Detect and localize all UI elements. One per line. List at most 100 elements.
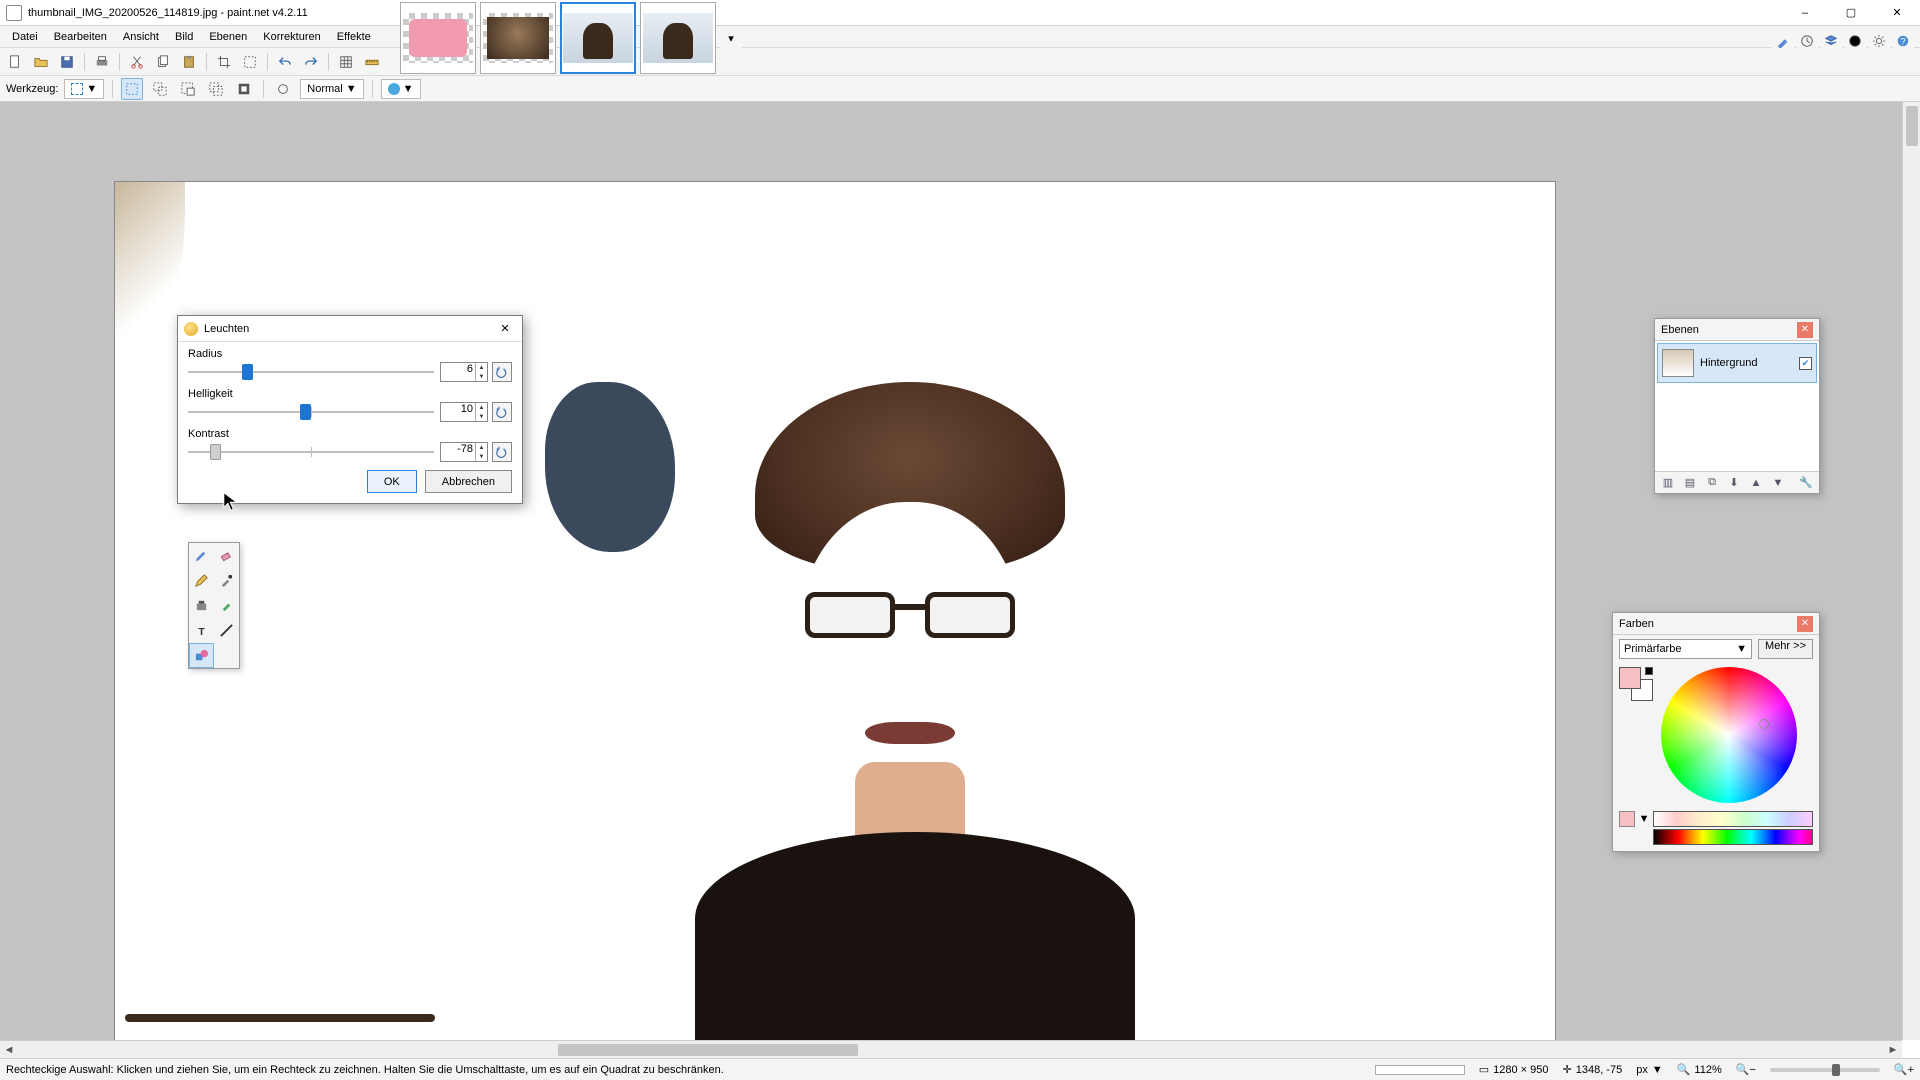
ruler-icon[interactable] [361,51,383,73]
cancel-button[interactable]: Abbrechen [425,470,512,493]
tools-palette[interactable]: T [188,542,240,669]
settings-icon[interactable] [1868,30,1890,52]
selmode-invert-icon[interactable] [233,78,255,100]
primary-color-swatch[interactable] [1619,667,1641,689]
save-file-icon[interactable] [56,51,78,73]
move-down-icon[interactable]: ▼ [1769,474,1787,492]
radius-input[interactable]: 6▲▼ [440,362,488,382]
tool-selector[interactable]: ▼ [64,79,104,99]
print-icon[interactable] [91,51,113,73]
doc-thumb-1[interactable] [400,2,476,74]
dialog-title-bar[interactable]: Leuchten ✕ [178,316,522,342]
colors-more-button[interactable]: Mehr >> [1758,639,1813,659]
move-up-icon[interactable]: ▲ [1747,474,1765,492]
horizontal-scrollbar-thumb[interactable] [558,1044,858,1056]
undo-icon[interactable] [274,51,296,73]
maximize-button[interactable]: ▢ [1828,0,1874,26]
layers-header[interactable]: Ebenen ✕ [1655,319,1819,341]
redo-icon[interactable] [300,51,322,73]
new-file-icon[interactable] [4,51,26,73]
copy-icon[interactable] [152,51,174,73]
radius-reset-button[interactable] [492,362,512,382]
tool-text-icon[interactable]: T [189,618,214,643]
canvas[interactable] [115,182,1555,1040]
crop-icon[interactable] [213,51,235,73]
layers-close-button[interactable]: ✕ [1797,322,1813,338]
layers-list[interactable]: Hintergrund ✔ [1655,341,1819,471]
layer-properties-icon[interactable]: 🔧 [1797,474,1815,492]
vertical-scrollbar-thumb[interactable] [1906,106,1918,146]
flood-mode-icon[interactable] [272,78,294,100]
paste-icon[interactable] [178,51,200,73]
palette-row-1[interactable] [1653,811,1813,827]
selmode-intersect-icon[interactable] [205,78,227,100]
color-target-selector[interactable]: Primärfarbe▼ [1619,639,1752,659]
selmode-add-icon[interactable] [149,78,171,100]
help-icon[interactable]: ? [1892,30,1914,52]
menu-ebenen[interactable]: Ebenen [201,29,255,45]
doc-thumb-4[interactable] [640,2,716,74]
add-layer-icon[interactable]: ▥ [1659,474,1677,492]
menu-bearbeiten[interactable]: Bearbeiten [46,29,115,45]
radius-slider[interactable] [188,362,434,382]
menu-korrekturen[interactable]: Korrekturen [255,29,328,45]
delete-layer-icon[interactable]: ▤ [1681,474,1699,492]
merge-down-icon[interactable]: ⬇ [1725,474,1743,492]
tool-paintbrush-icon[interactable] [189,543,214,568]
selmode-replace-icon[interactable] [121,78,143,100]
brightness-slider-thumb[interactable] [300,404,311,420]
horizontal-scrollbar[interactable]: ◄ ► [0,1040,1902,1058]
brightness-reset-button[interactable] [492,402,512,422]
color-wheel-cursor[interactable] [1759,719,1769,729]
layers-panel-icon[interactable] [1820,30,1842,52]
brightness-slider[interactable] [188,402,434,422]
color-swatches[interactable] [1619,667,1655,703]
colors-panel-icon[interactable] [1844,30,1866,52]
zoom-out-button[interactable]: 🔍− [1736,1063,1756,1076]
palette-menu-icon[interactable]: ▼ [1639,811,1649,827]
contrast-stepper[interactable]: ▲▼ [475,443,487,461]
cut-icon[interactable] [126,51,148,73]
scroll-left-icon[interactable]: ◄ [0,1041,18,1059]
deselect-icon[interactable] [239,51,261,73]
selmode-subtract-icon[interactable] [177,78,199,100]
menu-ansicht[interactable]: Ansicht [115,29,167,45]
add-color-button[interactable] [1619,811,1635,827]
doc-thumb-3[interactable] [560,2,636,74]
layer-visible-checkbox[interactable]: ✔ [1799,357,1812,370]
reset-bw-icon[interactable] [1645,667,1653,675]
open-file-icon[interactable] [30,51,52,73]
colors-close-button[interactable]: ✕ [1797,616,1813,632]
layer-item[interactable]: Hintergrund ✔ [1657,343,1817,383]
minimize-button[interactable]: – [1782,0,1828,26]
contrast-slider-thumb[interactable] [210,444,221,460]
scroll-right-icon[interactable]: ► [1884,1041,1902,1059]
contrast-input[interactable]: -78▲▼ [440,442,488,462]
palette-row-2[interactable] [1653,829,1813,845]
close-button[interactable]: ✕ [1874,0,1920,26]
color-wheel[interactable] [1661,667,1797,803]
workspace[interactable] [0,102,1902,1040]
colors-header[interactable]: Farben ✕ [1613,613,1819,635]
tools-panel-icon[interactable] [1772,30,1794,52]
radius-stepper[interactable]: ▲▼ [475,363,487,381]
thumb-overflow-icon[interactable]: ▾ [720,27,742,49]
tool-line-icon[interactable] [214,618,239,643]
history-panel-icon[interactable] [1796,30,1818,52]
blend-mode-selector[interactable]: Normal▼ [300,79,363,99]
tool-colorpicker-icon[interactable] [214,568,239,593]
brightness-input[interactable]: 10▲▼ [440,402,488,422]
sampling-selector[interactable]: ▼ [381,79,421,99]
grid-icon[interactable] [335,51,357,73]
doc-thumb-2[interactable] [480,2,556,74]
zoom-level[interactable]: 🔍112% [1677,1063,1722,1076]
ok-button[interactable]: OK [367,470,417,493]
duplicate-layer-icon[interactable]: ⧉ [1703,474,1721,492]
tool-recolor-icon[interactable] [214,593,239,618]
layers-panel[interactable]: Ebenen ✕ Hintergrund ✔ ▥ ▤ ⧉ ⬇ ▲ ▼ 🔧 [1654,318,1820,494]
menu-effekte[interactable]: Effekte [329,29,379,45]
zoom-in-button[interactable]: 🔍+ [1894,1063,1914,1076]
menu-bild[interactable]: Bild [167,29,201,45]
tool-clone-icon[interactable] [189,593,214,618]
tool-eraser-icon[interactable] [214,543,239,568]
